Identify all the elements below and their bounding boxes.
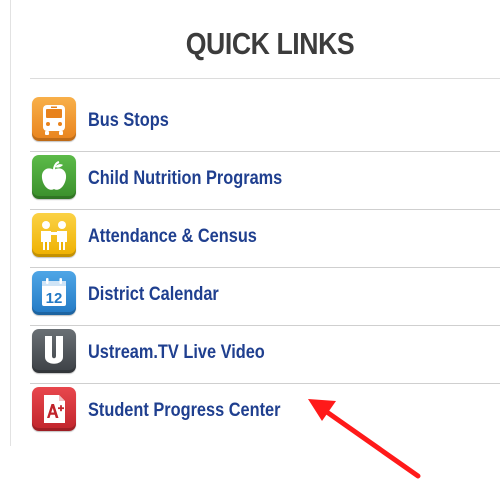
quick-link-district-calendar[interactable]: 12 District Calendar — [30, 268, 500, 326]
quick-link-attendance-census[interactable]: Attendance & Census — [30, 210, 500, 268]
quick-link-label: District Calendar — [88, 284, 219, 305]
left-border — [10, 0, 11, 446]
calendar-date: 12 — [46, 290, 63, 307]
quick-link-label: Bus Stops — [88, 110, 169, 131]
bus-icon — [32, 97, 76, 141]
quick-link-label: Child Nutrition Programs — [88, 168, 283, 189]
quick-link-label: Student Progress Center — [88, 400, 281, 421]
panel-title: QUICK LINKS — [185, 26, 355, 61]
calendar-icon: 12 — [32, 271, 76, 315]
quick-link-child-nutrition[interactable]: Child Nutrition Programs — [30, 152, 500, 210]
ustream-icon — [32, 329, 76, 373]
quick-link-label: Attendance & Census — [88, 226, 257, 247]
quick-links-panel: QUICK LINKS Bus Stops Child Nutrition Pr… — [30, 0, 500, 446]
quick-link-bus-stops[interactable]: Bus Stops — [30, 94, 500, 152]
children-icon — [32, 213, 76, 257]
quick-link-label: Ustream.TV Live Video — [88, 342, 265, 363]
grade-paper-icon — [32, 387, 76, 431]
quick-link-ustream-live-video[interactable]: Ustream.TV Live Video — [30, 326, 500, 384]
red-arrow-annotation — [308, 399, 421, 479]
title-divider — [30, 78, 500, 79]
apple-icon — [32, 155, 76, 199]
